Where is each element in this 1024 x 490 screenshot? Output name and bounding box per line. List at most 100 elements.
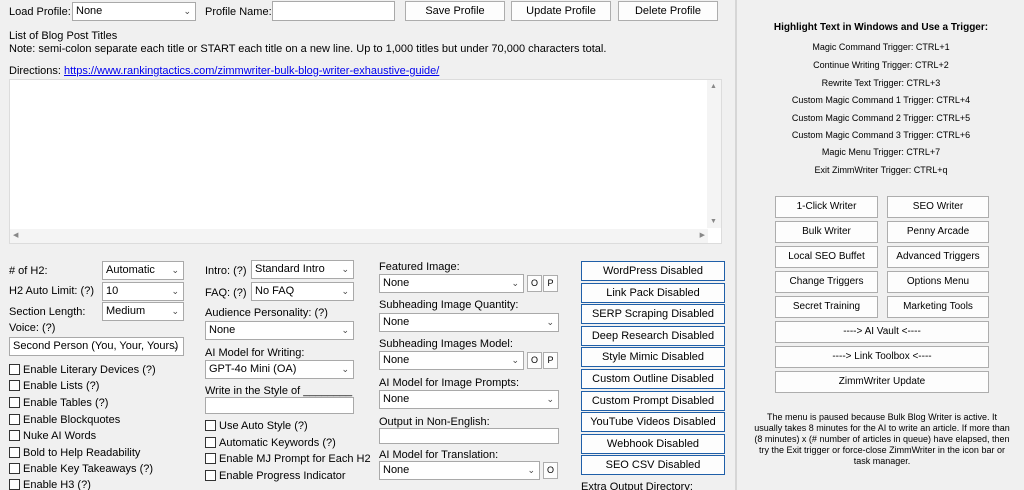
one-click-writer-button[interactable]: 1-Click Writer: [775, 196, 878, 218]
image-prompts-value: None: [383, 393, 410, 405]
directions-label: Directions:: [9, 65, 61, 77]
section-length-label: Section Length:: [9, 306, 86, 318]
h2-limit-value: 10: [106, 285, 119, 297]
personality-label: Audience Personality: (?): [205, 307, 328, 319]
faq-select[interactable]: No FAQ ⌄: [251, 282, 354, 301]
chevron-down-icon: ⌄: [511, 355, 519, 365]
intro-select[interactable]: Standard Intro ⌄: [251, 260, 354, 279]
automatic-keywords-checkbox[interactable]: Automatic Keywords (?): [205, 436, 336, 450]
scroll-up-icon[interactable]: ▲: [710, 83, 717, 90]
ai-vault-button[interactable]: ----> AI Vault <----: [775, 321, 989, 343]
ai-model-select[interactable]: GPT-4o Mini (OA) ⌄: [205, 360, 354, 379]
link-pack-button[interactable]: Link Pack Disabled: [581, 283, 725, 303]
load-profile-label: Load Profile:: [9, 6, 71, 18]
penny-arcade-button[interactable]: Penny Arcade: [887, 221, 989, 243]
deep-research-button[interactable]: Deep Research Disabled: [581, 326, 725, 346]
youtube-videos-button[interactable]: YouTube Videos Disabled: [581, 412, 725, 432]
subheading-qty-select[interactable]: None ⌄: [379, 313, 559, 332]
change-triggers-button[interactable]: Change Triggers: [775, 271, 878, 293]
bulk-writer-button[interactable]: Bulk Writer: [775, 221, 878, 243]
scroll-left-icon[interactable]: ◀: [13, 231, 18, 239]
style-input[interactable]: [205, 397, 354, 414]
ai-model-label: AI Model for Writing:: [205, 347, 305, 359]
custom-prompt-button[interactable]: Custom Prompt Disabled: [581, 391, 725, 411]
ai-model-value: GPT-4o Mini (OA): [209, 363, 297, 375]
h3-checkbox[interactable]: Enable H3 (?): [9, 478, 91, 490]
marketing-tools-button[interactable]: Marketing Tools: [887, 296, 989, 318]
update-profile-button[interactable]: Update Profile: [511, 1, 611, 21]
faq-label: FAQ: (?): [205, 287, 247, 299]
tables-checkbox[interactable]: Enable Tables (?): [9, 396, 108, 410]
personality-value: None: [209, 324, 236, 336]
subheading-model-value: None: [383, 354, 410, 366]
featured-o-button[interactable]: O: [527, 275, 542, 292]
key-takeaways-checkbox[interactable]: Enable Key Takeaways (?): [9, 462, 153, 476]
literary-devices-checkbox[interactable]: Enable Literary Devices (?): [9, 363, 156, 377]
horizontal-scrollbar[interactable]: ◀ ▶: [10, 229, 708, 243]
trigger-line: Exit ZimmWriter Trigger: CTRL+q: [814, 165, 948, 175]
directions-link[interactable]: https://www.rankingtactics.com/zimmwrite…: [64, 65, 439, 78]
chevron-down-icon: ⌄: [341, 325, 349, 335]
h2-count-label: # of H2:: [9, 265, 48, 277]
chevron-down-icon: ⌄: [341, 264, 349, 274]
subheading-model-select[interactable]: None ⌄: [379, 351, 524, 370]
progress-indicator-checkbox[interactable]: Enable Progress Indicator: [205, 469, 346, 483]
translation-o-button[interactable]: O: [543, 462, 558, 479]
save-profile-button[interactable]: Save Profile: [405, 1, 505, 21]
image-prompts-select[interactable]: None ⌄: [379, 390, 559, 409]
featured-p-button[interactable]: P: [543, 275, 558, 292]
bold-readability-checkbox[interactable]: Bold to Help Readability: [9, 446, 140, 460]
lists-checkbox[interactable]: Enable Lists (?): [9, 379, 99, 393]
webhook-button[interactable]: Webhook Disabled: [581, 434, 725, 454]
section-length-select[interactable]: Medium ⌄: [102, 302, 184, 321]
voice-select[interactable]: Second Person (You, Your, Yours) ⌄: [9, 337, 184, 356]
voice-label: Voice: (?): [9, 322, 56, 334]
serp-scraping-button[interactable]: SERP Scraping Disabled: [581, 304, 725, 324]
profile-name-label: Profile Name:: [205, 6, 272, 18]
non-english-input[interactable]: [379, 428, 559, 444]
chevron-down-icon: ⌄: [341, 286, 349, 296]
chevron-down-icon: ⌄: [341, 364, 349, 374]
voice-value: Second Person (You, Your, Yours): [13, 340, 179, 352]
style-mimic-button[interactable]: Style Mimic Disabled: [581, 347, 725, 367]
zimmwriter-update-button[interactable]: ZimmWriter Update: [775, 371, 989, 393]
seo-writer-button[interactable]: SEO Writer: [887, 196, 989, 218]
intro-label: Intro: (?): [205, 265, 247, 277]
mj-prompt-checkbox[interactable]: Enable MJ Prompt for Each H2: [205, 452, 371, 466]
link-toolbox-button[interactable]: ----> Link Toolbox <----: [775, 346, 989, 368]
subheading-o-button[interactable]: O: [527, 352, 542, 369]
featured-image-select[interactable]: None ⌄: [379, 274, 524, 293]
subheading-qty-value: None: [383, 316, 410, 328]
auto-style-checkbox[interactable]: Use Auto Style (?): [205, 419, 308, 433]
delete-profile-button[interactable]: Delete Profile: [618, 1, 718, 21]
personality-select[interactable]: None ⌄: [205, 321, 354, 340]
chevron-down-icon: ⌄: [546, 394, 554, 404]
options-menu-button[interactable]: Options Menu: [887, 271, 989, 293]
custom-outline-button[interactable]: Custom Outline Disabled: [581, 369, 725, 389]
chevron-down-icon: ⌄: [171, 265, 179, 275]
advanced-triggers-button[interactable]: Advanced Triggers: [887, 246, 989, 268]
h2-count-select[interactable]: Automatic ⌄: [102, 261, 184, 280]
nuke-ai-words-checkbox[interactable]: Nuke AI Words: [9, 429, 96, 443]
trigger-line: Continue Writing Trigger: CTRL+2: [813, 60, 949, 70]
local-seo-buffet-button[interactable]: Local SEO Buffet: [775, 246, 878, 268]
featured-image-value: None: [383, 277, 410, 289]
seo-csv-button[interactable]: SEO CSV Disabled: [581, 455, 725, 475]
vertical-scrollbar[interactable]: ▲ ▼: [707, 80, 721, 228]
subheading-p-button[interactable]: P: [543, 352, 558, 369]
blockquotes-checkbox[interactable]: Enable Blockquotes: [9, 413, 120, 427]
profile-name-input[interactable]: [272, 1, 395, 21]
translation-select[interactable]: None ⌄: [379, 461, 540, 480]
secret-training-button[interactable]: Secret Training: [775, 296, 878, 318]
load-profile-select[interactable]: None ⌄: [72, 2, 196, 21]
h2-limit-select[interactable]: 10 ⌄: [102, 282, 184, 301]
blog-titles-textarea[interactable]: ▲ ▼ ◀ ▶: [9, 79, 722, 244]
chevron-down-icon: ⌄: [171, 341, 179, 351]
h2-limit-label: H2 Auto Limit: (?): [9, 285, 94, 297]
scroll-down-icon[interactable]: ▼: [710, 218, 717, 225]
subheading-qty-label: Subheading Image Quantity:: [379, 299, 519, 311]
intro-value: Standard Intro: [255, 263, 325, 275]
scroll-right-icon[interactable]: ▶: [700, 231, 705, 239]
titles-note: Note: semi-colon separate each title or …: [9, 43, 607, 55]
wordpress-button[interactable]: WordPress Disabled: [581, 261, 725, 281]
